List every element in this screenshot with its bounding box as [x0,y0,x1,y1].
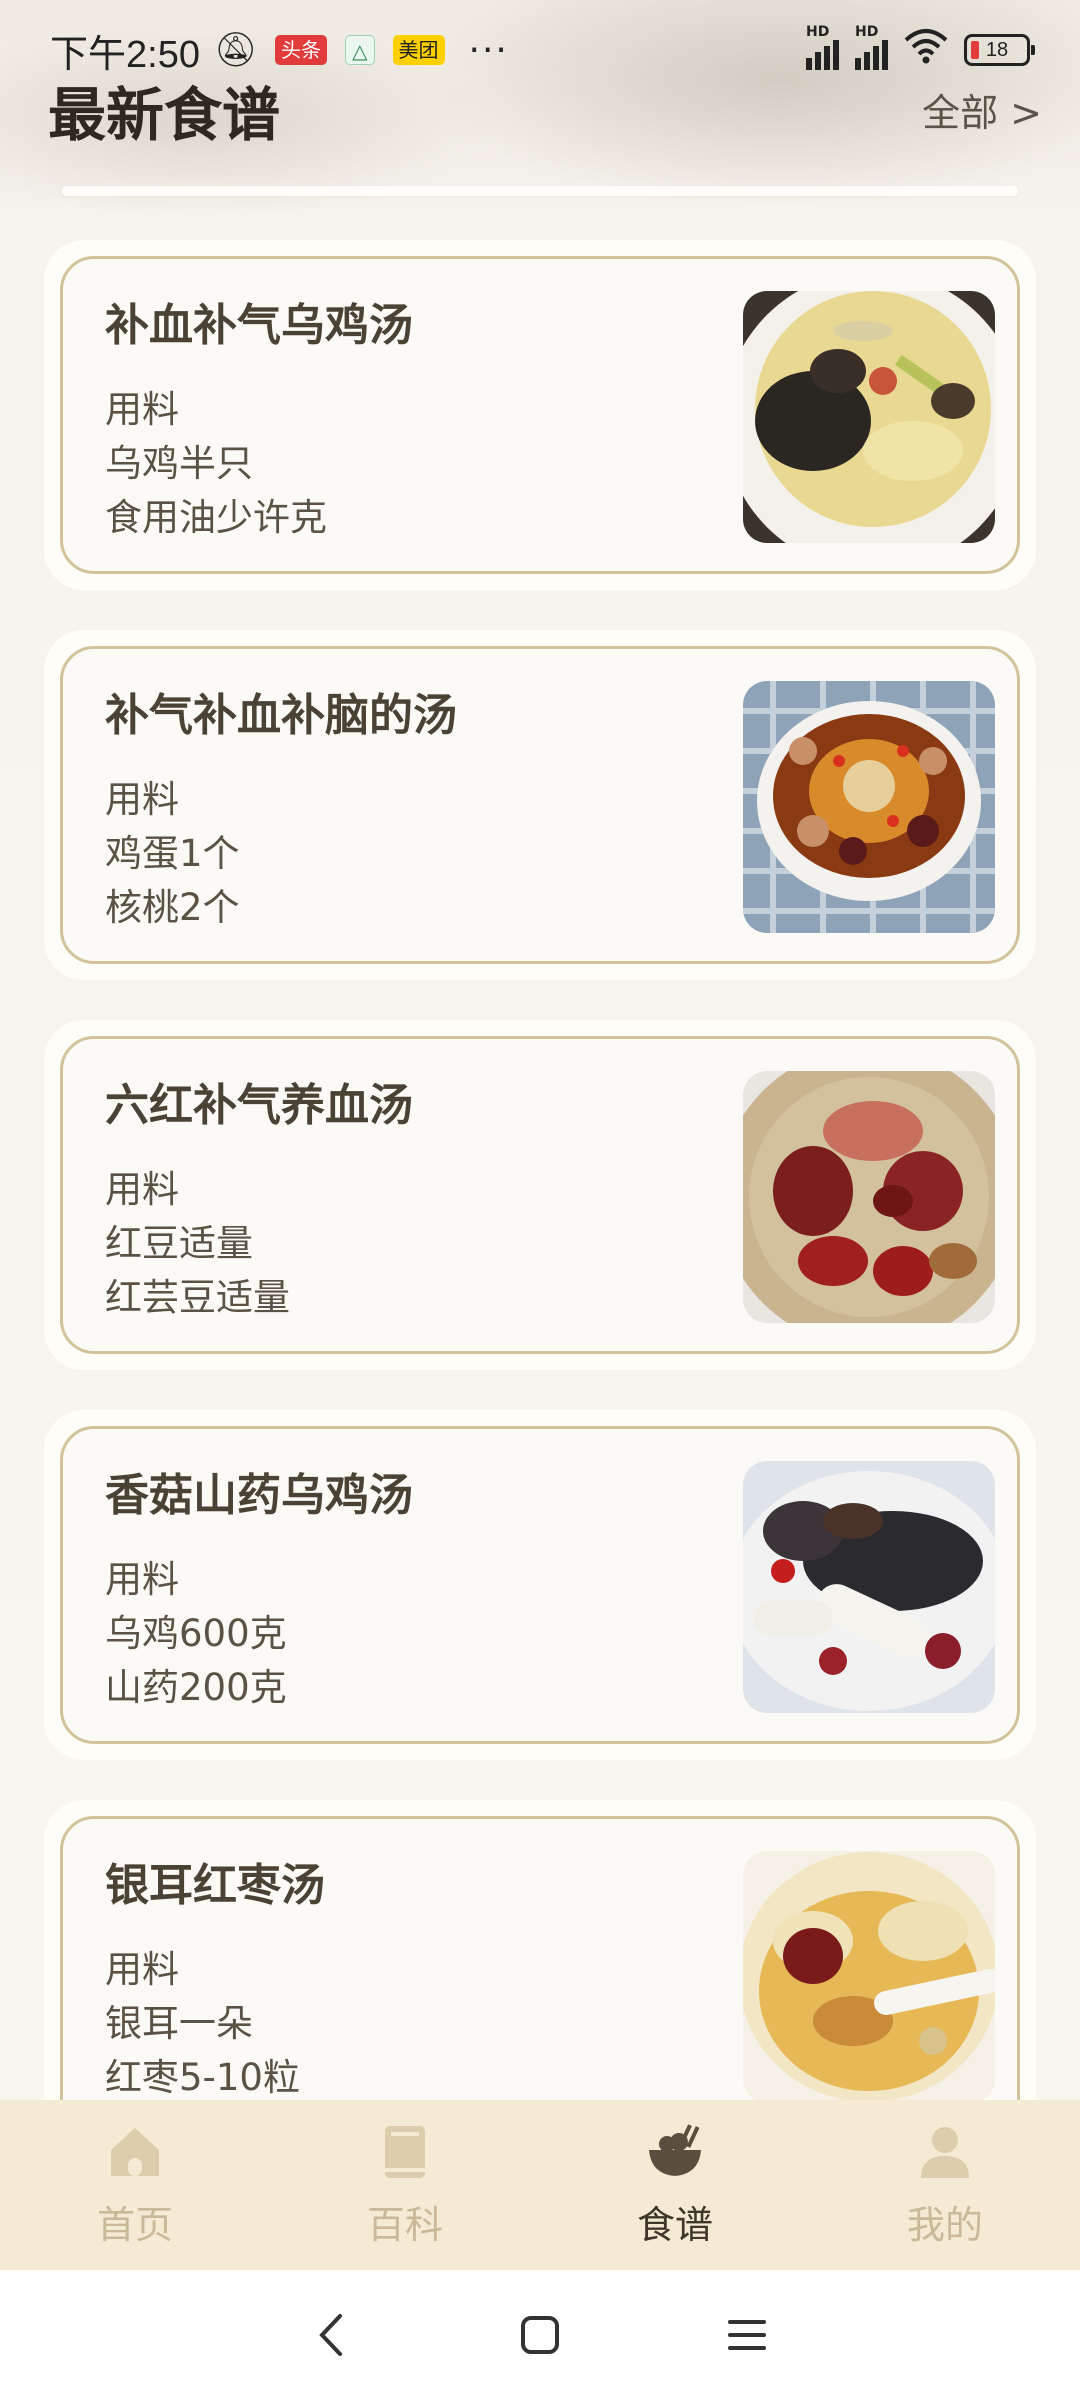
tab-recipes[interactable]: 食谱 [540,2100,810,2270]
meituan-app-icon: 美团 [392,35,445,65]
recipe-card-inner: 六红补气养血汤 用料 红豆适量 红芸豆适量 [60,1036,1020,1354]
signal-label-2: HD [855,24,879,40]
tab-home[interactable]: 首页 [0,2100,270,2270]
ingredient-item: 乌鸡600克 [105,1612,287,1655]
ingredient-item: 核桃2个 [105,886,240,929]
recipe-list[interactable]: 补血补气乌鸡汤 用料 乌鸡半只 食用油少许克 补气补血补脑的汤 用料 鸡蛋1个 … [0,240,1080,2100]
tab-profile-label: 我的 [906,2203,983,2247]
recipe-image-black-chicken-soup[interactable] [743,291,995,543]
wifi-icon [904,28,948,73]
bottom-tab-bar: 首页 百科 食谱 我的 [0,2100,1080,2270]
ingredient-item: 银耳一朵 [105,2002,253,2045]
tab-encyclopedia-label: 百科 [366,2203,443,2247]
recipe-image-six-red-beans[interactable] [743,1071,995,1323]
page-title: 最新食谱 [48,81,281,149]
home-icon [111,2128,159,2176]
battery-icon: 18 [964,34,1035,66]
recipe-card-inner: 补气补血补脑的汤 用料 鸡蛋1个 核桃2个 [60,646,1020,964]
recipe-title: 香菇山药乌鸡汤 [105,1470,413,1521]
recipe-card-inner: 银耳红枣汤 用料 银耳一朵 红枣5-10粒 [60,1816,1020,2100]
person-icon [921,2127,969,2178]
toutiao-app-icon: 头条 [275,35,328,65]
view-all-link[interactable]: 全部 > [922,82,1042,137]
more-notifications-icon: ··· [468,29,509,71]
tab-recipes-label: 食谱 [636,2203,713,2247]
recipe-card-inner: 补血补气乌鸡汤 用料 乌鸡半只 食用油少许克 [60,256,1020,574]
ingredient-item: 红芸豆适量 [105,1276,290,1319]
ingredient-item: 山药200克 [105,1666,287,1709]
recipe-image-egg-walnut-soup[interactable] [743,681,995,933]
ingredients-label: 用料 [105,388,179,431]
recipe-title: 补气补血补脑的汤 [105,690,457,741]
ingredient-item: 乌鸡半只 [105,442,253,485]
recipe-card[interactable]: 六红补气养血汤 用料 红豆适量 红芸豆适量 [44,1020,1036,1370]
signal-icon-2: HD [855,24,888,70]
ingredient-item: 食用油少许克 [105,496,327,539]
recipe-card[interactable]: 银耳红枣汤 用料 银耳一朵 红枣5-10粒 [44,1800,1036,2100]
recipe-title: 六红补气养血汤 [105,1080,413,1131]
header-divider [62,186,1018,196]
menu-icon[interactable] [722,2310,772,2360]
tab-home-label: 首页 [96,2203,173,2247]
recipe-image-tremella-jujube-soup[interactable] [743,1851,995,2100]
recipe-card[interactable]: 香菇山药乌鸡汤 用料 乌鸡600克 山药200克 [44,1410,1036,1760]
home-square-icon[interactable] [515,2310,565,2360]
recipe-card-inner: 香菇山药乌鸡汤 用料 乌鸡600克 山药200克 [60,1426,1020,1744]
ingredient-item: 鸡蛋1个 [105,832,240,875]
mute-bell-icon: 🔕︎ [213,30,258,70]
recipe-image-yam-chicken-soup[interactable] [743,1461,995,1713]
recipe-card[interactable]: 补气补血补脑的汤 用料 鸡蛋1个 核桃2个 [44,630,1036,980]
system-nav-bar [0,2270,1080,2400]
ingredients-label: 用料 [105,1948,179,1991]
recipe-title: 银耳红枣汤 [105,1860,325,1911]
recipe-card[interactable]: 补血补气乌鸡汤 用料 乌鸡半只 食用油少许克 [44,240,1036,590]
bowl-icon [649,2124,701,2176]
tab-profile[interactable]: 我的 [810,2100,1080,2270]
book-icon [385,2126,425,2178]
ingredients-label: 用料 [105,1168,179,1211]
recipe-title: 补血补气乌鸡汤 [105,300,413,351]
notification-app-icon: △ [345,35,375,65]
signal-icon: HD [806,24,839,70]
ingredients-label: 用料 [105,778,179,821]
ingredient-item: 红枣5-10粒 [105,2056,300,2099]
tab-encyclopedia[interactable]: 百科 [270,2100,540,2270]
ingredients-label: 用料 [105,1558,179,1601]
signal-label: HD [806,24,830,40]
battery-level: 18 [985,38,1009,61]
back-icon[interactable] [308,2310,358,2360]
ingredient-item: 红豆适量 [105,1222,253,1265]
